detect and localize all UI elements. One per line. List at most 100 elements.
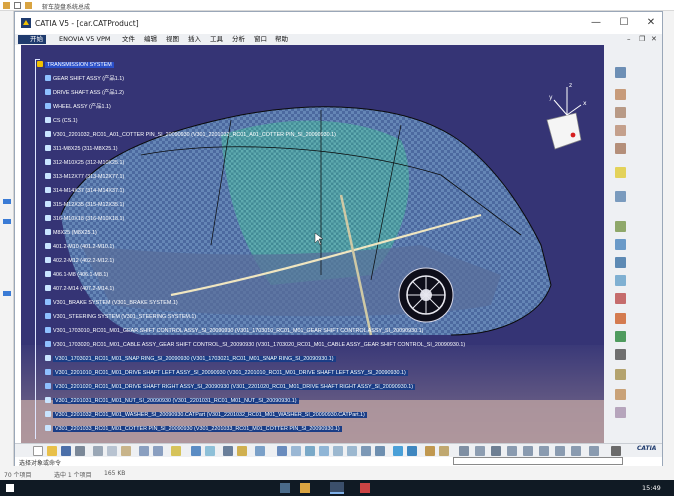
tree-node[interactable]: V301_2201032_RC01_A01_COTTER PIN_SI_2009… [45, 130, 336, 141]
doc-minimize-button[interactable]: – [627, 35, 631, 43]
tool-icon[interactable] [589, 446, 599, 456]
menu-view[interactable]: 视图 [166, 35, 179, 44]
tree-root[interactable]: TRANSMISSION SYSTEM [37, 60, 114, 71]
tool-icon[interactable] [507, 446, 517, 456]
undo-icon[interactable] [139, 446, 149, 456]
taskbar-app-icon[interactable] [300, 483, 310, 493]
space-tool-icon[interactable] [615, 389, 626, 400]
paste-icon[interactable] [121, 446, 131, 456]
measure-icon[interactable] [491, 446, 501, 456]
options-icon[interactable] [611, 446, 621, 456]
table-icon[interactable] [223, 446, 233, 456]
assembly-tool-icon[interactable] [615, 67, 626, 78]
link-icon[interactable] [191, 446, 201, 456]
menu-edit[interactable]: 编辑 [144, 35, 157, 44]
tree-node[interactable]: M8X25 (M8X25.1) [45, 228, 97, 239]
save-icon[interactable] [61, 446, 71, 456]
shading-edges-icon[interactable] [407, 446, 417, 456]
space-tool-icon[interactable] [615, 369, 626, 380]
hide-show-icon[interactable] [425, 446, 435, 456]
tree-node[interactable]: 316-M10X18 (316-M10X18.1) [45, 214, 124, 225]
menu-enovia[interactable]: ENOVIA V5 VPM [59, 35, 110, 44]
tree-node[interactable]: V301_STEERING SYSTEM (V301_STEERING SYST… [45, 312, 196, 323]
taskbar-app-icon[interactable] [360, 483, 370, 493]
comment-icon[interactable] [205, 446, 215, 456]
command-input[interactable] [453, 457, 623, 465]
menu-tools[interactable]: 工具 [210, 35, 223, 44]
menu-help[interactable]: 帮助 [275, 35, 288, 44]
maximize-button[interactable]: ☐ [617, 16, 631, 30]
3d-viewport[interactable]: z y x TRANSMISSION SYSTEM GEAR SHIFT ASS… [21, 45, 604, 443]
rotate-icon[interactable] [319, 446, 329, 456]
tree-node[interactable]: V301_1703021_RC01_M01_SNAP RING_SI_20090… [45, 354, 336, 365]
measure-icon[interactable] [459, 446, 469, 456]
copy-icon[interactable] [107, 446, 117, 456]
tree-node[interactable]: V301_2201033_RC01_M01_COTTER PIN_SI_2009… [45, 424, 342, 435]
constraint-tool-icon[interactable] [615, 125, 626, 136]
menu-insert[interactable]: 插入 [188, 35, 201, 44]
menu-analysis[interactable]: 分析 [232, 35, 245, 44]
tree-node[interactable]: 401.2-M10 (401.2-M10.1) [45, 242, 114, 253]
print-icon[interactable] [75, 446, 85, 456]
menu-start[interactable]: 开始 [18, 35, 46, 44]
tree-node[interactable]: 407.2-M14 (407.2-M14.1) [45, 284, 114, 295]
start-icon[interactable] [6, 484, 14, 492]
product-tool-icon[interactable] [615, 257, 626, 268]
analysis-tool-icon[interactable] [615, 349, 626, 360]
measure-icon[interactable] [475, 446, 485, 456]
menu-file[interactable]: 文件 [122, 35, 135, 44]
tree-node[interactable]: GEAR SHIFT ASSY (产品1.1) [45, 74, 124, 85]
normal-view-icon[interactable] [361, 446, 371, 456]
tree-node[interactable]: 311-M8X25 (311-M8X25.1) [45, 144, 118, 155]
tool-icon[interactable] [571, 446, 581, 456]
product-tool-icon[interactable] [615, 221, 626, 232]
swap-visible-icon[interactable] [439, 446, 449, 456]
checkbox-icon[interactable] [14, 2, 21, 9]
tree-node[interactable]: DRIVE SHAFT ASS (产品1.2) [45, 88, 124, 99]
explorer-scrollbar[interactable] [663, 11, 674, 466]
tool-icon[interactable] [555, 446, 565, 456]
help-icon[interactable] [171, 446, 181, 456]
zoom-in-icon[interactable] [333, 446, 343, 456]
doc-restore-button[interactable]: ❐ [639, 35, 645, 43]
analysis-tool-icon[interactable] [615, 313, 626, 324]
cut-icon[interactable] [93, 446, 103, 456]
close-button[interactable]: ✕ [644, 16, 658, 30]
redo-icon[interactable] [153, 446, 163, 456]
view-iso-icon[interactable] [375, 446, 385, 456]
menu-window[interactable]: 窗口 [254, 35, 267, 44]
analysis-tool-icon[interactable] [615, 293, 626, 304]
tree-node[interactable]: V301_2201031_RC01_M01_NUT_SI_20090930 (V… [45, 396, 299, 407]
product-tool-icon[interactable] [615, 275, 626, 286]
shading-icon[interactable] [393, 446, 403, 456]
new-icon[interactable] [33, 446, 43, 456]
tree-node[interactable]: 402.2-M12 (402.2-M12.1) [45, 256, 114, 267]
constraint-tool-icon[interactable] [615, 143, 626, 154]
tree-node[interactable]: V301_2201032_RC01_M01_WASHER_SI_20090930… [45, 410, 367, 421]
tree-node[interactable]: 313-M12X77 (313-M12X77.1) [45, 172, 124, 183]
fly-mode-icon[interactable] [277, 446, 287, 456]
doc-close-button[interactable]: ✕ [651, 35, 657, 43]
zoom-out-icon[interactable] [347, 446, 357, 456]
analysis-tool-icon[interactable] [615, 331, 626, 342]
tree-node[interactable]: 312-M10X25 (312-M10X25.1) [45, 158, 124, 169]
tree-node[interactable]: WHEEL ASSY (产品1.1) [45, 102, 111, 113]
tree-node[interactable]: V301_2201010_RC01_M01_DRIVE SHAFT LEFT A… [45, 368, 408, 379]
tree-node[interactable]: V301_BRAKE SYSTEM (V301_BRAKE SYSTEM.1) [45, 298, 178, 309]
taskbar-app-icon[interactable] [330, 482, 344, 494]
constraint-tool-icon[interactable] [615, 107, 626, 118]
open-icon[interactable] [47, 446, 57, 456]
tool-icon[interactable] [539, 446, 549, 456]
tree-node[interactable]: CS (CS.1) [45, 116, 78, 127]
space-tool-icon[interactable] [615, 407, 626, 418]
minimize-button[interactable]: — [589, 16, 603, 30]
tree-node[interactable]: 314-M14X37 (314-M14X37.1) [45, 186, 124, 197]
tree-node[interactable]: V301_1703020_RC01_M01_CABLE ASSY_GEAR SH… [45, 340, 465, 351]
tree-node[interactable]: 315-M12X35 (315-M12X35.1) [45, 200, 124, 211]
tree-node[interactable]: V301_1703010_RC01_M01_GEAR SHIFT CONTROL… [45, 326, 423, 337]
pan-icon[interactable] [305, 446, 315, 456]
tree-node[interactable]: 406.1-M8 (406.1-M8.1) [45, 270, 108, 281]
product-tool-icon[interactable] [615, 239, 626, 250]
taskbar-app-icon[interactable] [280, 483, 290, 493]
grid-icon[interactable] [255, 446, 265, 456]
